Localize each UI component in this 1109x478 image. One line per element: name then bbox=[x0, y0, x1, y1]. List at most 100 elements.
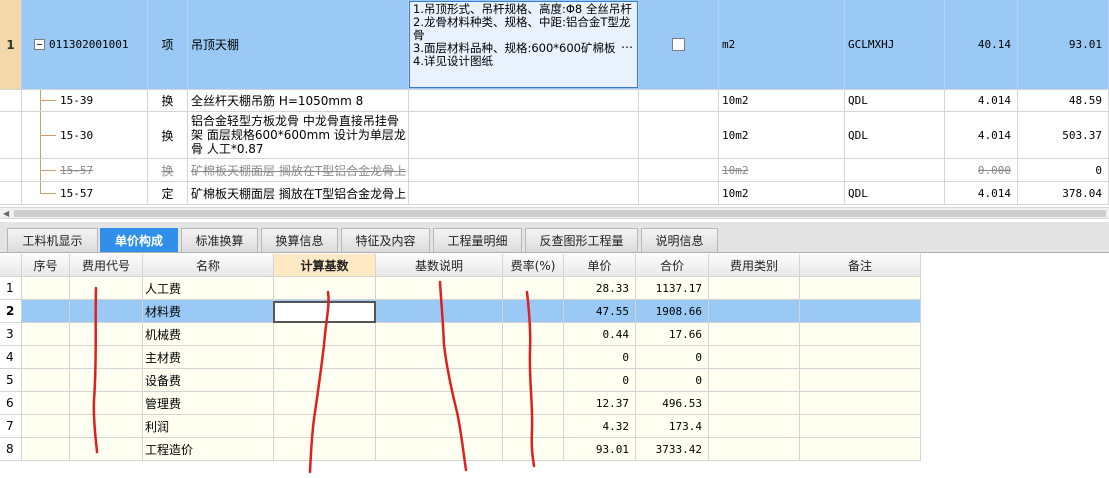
fee-name[interactable]: 利润 bbox=[143, 415, 274, 438]
cell-index[interactable] bbox=[22, 438, 70, 461]
header-remarks[interactable]: 备注 bbox=[800, 254, 921, 277]
horizontal-scrollbar[interactable]: ◀ bbox=[0, 207, 1109, 219]
fee-name[interactable]: 机械费 bbox=[143, 323, 274, 346]
cell-calc-base[interactable] bbox=[274, 346, 376, 369]
cell-rate[interactable] bbox=[503, 392, 564, 415]
cell-base-description[interactable] bbox=[376, 346, 503, 369]
cell-calc-base[interactable] bbox=[274, 415, 376, 438]
table-row[interactable]: 15-30 换 铝合金轻型方板龙骨 中龙骨直接吊挂骨架 面层规格600*600m… bbox=[0, 112, 1109, 159]
item-description-cell[interactable] bbox=[409, 159, 639, 181]
fee-unit-price[interactable]: 12.37 bbox=[564, 392, 636, 415]
cell-base-description[interactable] bbox=[376, 277, 503, 300]
fee-total-price[interactable]: 173.4 bbox=[636, 415, 709, 438]
cell-index[interactable] bbox=[22, 277, 70, 300]
cell-remarks[interactable] bbox=[800, 323, 921, 346]
cell-calc-base[interactable] bbox=[274, 438, 376, 461]
cell-index[interactable] bbox=[22, 346, 70, 369]
tab-conversion-info[interactable]: 换算信息 bbox=[261, 228, 338, 252]
fee-name[interactable]: 主材费 bbox=[143, 346, 274, 369]
cell-rate[interactable] bbox=[503, 323, 564, 346]
fee-total-price[interactable]: 0 bbox=[636, 369, 709, 392]
cell-calc-base[interactable] bbox=[274, 277, 376, 300]
fee-unit-price[interactable]: 4.32 bbox=[564, 415, 636, 438]
tab-standard-conversion[interactable]: 标准换算 bbox=[181, 228, 258, 252]
cell-calc-base[interactable] bbox=[274, 369, 376, 392]
cell-index[interactable] bbox=[22, 369, 70, 392]
cell-rate[interactable] bbox=[503, 415, 564, 438]
fee-name[interactable]: 管理费 bbox=[143, 392, 274, 415]
fee-name[interactable]: 人工费 bbox=[143, 277, 274, 300]
cell-base-description[interactable] bbox=[376, 323, 503, 346]
cell-base-description[interactable] bbox=[376, 392, 503, 415]
tab-features-content[interactable]: 特征及内容 bbox=[341, 228, 430, 252]
item-description-cell[interactable] bbox=[409, 182, 639, 204]
cell-remarks[interactable] bbox=[800, 300, 921, 323]
header-fee-code[interactable]: 费用代号 bbox=[70, 254, 143, 277]
cell-fee-category[interactable] bbox=[709, 392, 800, 415]
table-row[interactable]: 15-57 换 矿棉板天棚面层 搁放在T型铝合金龙骨上 10m2 0.000 0 bbox=[0, 159, 1109, 182]
header-unit-price[interactable]: 单价 bbox=[564, 254, 636, 277]
cell-fee-category[interactable] bbox=[709, 346, 800, 369]
tab-unit-price-composition[interactable]: 单价构成 bbox=[100, 228, 178, 252]
cell-index[interactable] bbox=[22, 300, 70, 323]
cell-remarks[interactable] bbox=[800, 369, 921, 392]
table-row[interactable]: 7 利润 4.32 173.4 bbox=[0, 415, 921, 438]
cell-calc-base[interactable] bbox=[274, 392, 376, 415]
cell-index[interactable] bbox=[22, 392, 70, 415]
item-description-cell[interactable] bbox=[409, 90, 639, 111]
cell-fee-category[interactable] bbox=[709, 438, 800, 461]
collapse-icon[interactable] bbox=[34, 39, 45, 50]
tab-reverse-graphic-quantity[interactable]: 反查图形工程量 bbox=[525, 228, 638, 252]
table-row[interactable]: 6 管理费 12.37 496.53 bbox=[0, 392, 921, 415]
scrollbar-thumb[interactable] bbox=[14, 210, 1106, 217]
cell-fee-code[interactable] bbox=[70, 438, 143, 461]
cell-remarks[interactable] bbox=[800, 346, 921, 369]
fee-unit-price[interactable]: 0 bbox=[564, 369, 636, 392]
cell-fee-category[interactable] bbox=[709, 323, 800, 346]
table-row[interactable]: 15-39 换 全丝杆天棚吊筋 H=1050mm 8 10m2 QDL 4.01… bbox=[0, 90, 1109, 112]
fee-unit-price[interactable]: 47.55 bbox=[564, 300, 636, 323]
cell-fee-category[interactable] bbox=[709, 300, 800, 323]
scroll-left-icon[interactable]: ◀ bbox=[3, 208, 9, 220]
fee-total-price[interactable]: 1137.17 bbox=[636, 277, 709, 300]
cell-remarks[interactable] bbox=[800, 438, 921, 461]
fee-total-price[interactable]: 3733.42 bbox=[636, 438, 709, 461]
cell-rate[interactable] bbox=[503, 346, 564, 369]
fee-unit-price[interactable]: 28.33 bbox=[564, 277, 636, 300]
cell-fee-code[interactable] bbox=[70, 277, 143, 300]
cell-fee-code[interactable] bbox=[70, 300, 143, 323]
cell-rate[interactable] bbox=[503, 369, 564, 392]
cell-calc-base[interactable] bbox=[274, 323, 376, 346]
cell-fee-code[interactable] bbox=[70, 392, 143, 415]
cell-remarks[interactable] bbox=[800, 415, 921, 438]
description-editor[interactable]: 1.吊顶形式、吊杆规格、高度:Φ8 全丝吊杆 2.龙骨材料种类、规格、中距:铝合… bbox=[409, 1, 638, 88]
fee-name[interactable]: 设备费 bbox=[143, 369, 274, 392]
fee-unit-price[interactable]: 93.01 bbox=[564, 438, 636, 461]
fee-unit-price[interactable]: 0 bbox=[564, 346, 636, 369]
cell-base-description[interactable] bbox=[376, 415, 503, 438]
table-row[interactable]: 2 材料费 47.55 1908.66 bbox=[0, 300, 921, 323]
header-rate[interactable]: 费率(%) bbox=[503, 254, 564, 277]
item-description-cell[interactable] bbox=[409, 112, 639, 158]
fee-total-price[interactable]: 496.53 bbox=[636, 392, 709, 415]
table-row[interactable]: 15-57 定 矿棉板天棚面层 搁放在T型铝合金龙骨上 10m2 QDL 4.0… bbox=[0, 182, 1109, 205]
cell-fee-category[interactable] bbox=[709, 369, 800, 392]
header-calc-base[interactable]: 计算基数 bbox=[274, 254, 376, 277]
fee-unit-price[interactable]: 0.44 bbox=[564, 323, 636, 346]
cell-index[interactable] bbox=[22, 415, 70, 438]
cell-rate[interactable] bbox=[503, 300, 564, 323]
tab-labor-material-machine[interactable]: 工料机显示 bbox=[7, 228, 98, 252]
cell-base-description[interactable] bbox=[376, 438, 503, 461]
cell-rate[interactable] bbox=[503, 277, 564, 300]
cell-fee-category[interactable] bbox=[709, 415, 800, 438]
header-total-price[interactable]: 合价 bbox=[636, 254, 709, 277]
cell-fee-category[interactable] bbox=[709, 277, 800, 300]
cell-index[interactable] bbox=[22, 323, 70, 346]
cell-base-description[interactable] bbox=[376, 300, 503, 323]
table-row[interactable]: 8 工程造价 93.01 3733.42 bbox=[0, 438, 921, 461]
header-name[interactable]: 名称 bbox=[143, 254, 274, 277]
cell-fee-code[interactable] bbox=[70, 323, 143, 346]
fee-total-price[interactable]: 1908.66 bbox=[636, 300, 709, 323]
include-checkbox[interactable] bbox=[672, 38, 685, 51]
cell-rate[interactable] bbox=[503, 438, 564, 461]
